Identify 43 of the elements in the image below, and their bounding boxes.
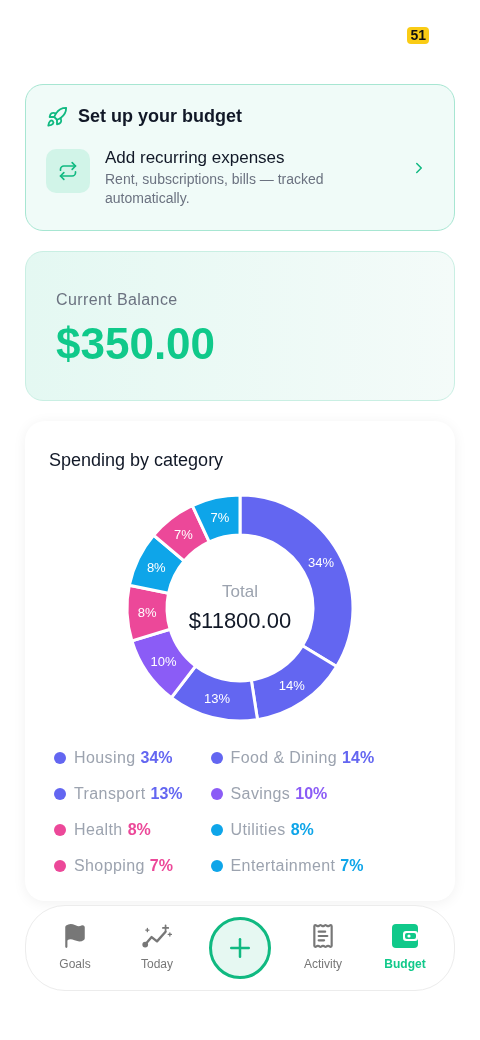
sparkle-chart-icon [142,923,172,949]
legend-percent: 34% [140,748,173,768]
balance-amount: $350.00 [56,318,217,370]
legend-label: Entertainment [230,856,336,876]
receipt-icon [310,923,336,949]
legend-label: Utilities [230,820,286,840]
slice-label: 7% [174,527,193,543]
legend-label: Housing [74,748,136,768]
slice-label: 7% [210,510,230,526]
legend-percent: 14% [342,748,375,768]
legend-percent: 7% [149,856,173,876]
nav-tab[interactable]: Today [127,923,187,973]
total-label: Total [222,580,258,603]
legend-label: Food & Dining [230,748,338,768]
rocket-icon [46,105,68,128]
slice-label: 13% [204,691,231,707]
status-badge: 51 [407,27,429,44]
slice-label: 10% [150,654,177,669]
legend-label: Shopping [74,856,145,876]
legend-label: Transport [74,784,146,804]
legend-label: Health [74,820,123,840]
slice-label: 8% [137,605,157,621]
legend-percent: 8% [290,820,314,840]
total-value: $11800.00 [188,607,292,636]
flag-icon [62,923,88,949]
slice-label: 34% [308,555,335,571]
row-subtitle: Rent, subscriptions, bills — tracked automatically. [105,170,325,208]
repeat-icon [46,149,90,193]
wallet-icon [391,923,419,949]
legend-percent: 10% [295,784,328,804]
nav-tab[interactable]: Activity [293,923,353,973]
spending-title: Spending by category [49,449,225,472]
legend-percent: 7% [340,856,364,876]
legend-percent: 8% [127,820,151,840]
legend-percent: 13% [150,784,183,804]
recurring-expenses-row[interactable]: Add recurring expenses Rent, subscriptions, bills — tracked automatically. [46,147,434,208]
slice-label: 8% [146,560,166,576]
nav-tab[interactable]: Goals [45,923,105,973]
legend-label: Savings [230,784,291,804]
setup-title: Set up your budget [78,105,242,128]
balance-label: Current Balance [56,290,179,310]
row-title: Add recurring expenses [105,147,286,169]
slice-label: 14% [278,678,305,694]
